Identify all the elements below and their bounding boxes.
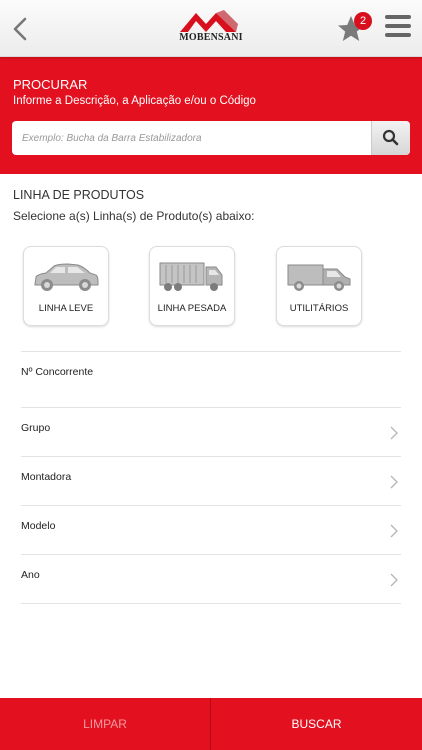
van-icon [287, 264, 351, 291]
search-box [12, 121, 410, 155]
year-label: Ano [21, 569, 40, 581]
product-lines-instructions: Selecione a(s) Linha(s) de Produto(s) ab… [13, 209, 255, 223]
divider [21, 603, 401, 604]
clear-button[interactable]: LIMPAR [0, 698, 210, 750]
mobensani-logo: MOBENSANI [176, 10, 246, 46]
utility-line-button[interactable]: UTILITÁRIOS [276, 246, 362, 326]
utility-line-label: UTILITÁRIOS [289, 303, 349, 314]
search-title: PROCURAR [13, 77, 88, 92]
chevron-right-icon [390, 573, 398, 587]
bottom-action-bar: LIMPAR BUSCAR [0, 698, 422, 750]
model-select[interactable]: Modelo [21, 505, 401, 554]
light-line-button[interactable]: LINHA LEVE [23, 246, 109, 326]
search-section: PROCURAR Informe a Descrição, a Aplicaçã… [0, 57, 422, 174]
manufacturer-label: Montadora [21, 471, 72, 483]
logo-mark-icon [180, 10, 238, 32]
truck-icon [159, 262, 223, 291]
heavy-line-button[interactable]: LINHA PESADA [149, 246, 235, 326]
group-label: Grupo [21, 422, 51, 434]
chevron-right-icon [390, 524, 398, 538]
search-input[interactable] [12, 121, 368, 155]
chevron-right-icon [390, 426, 398, 440]
manufacturer-select[interactable]: Montadora [21, 456, 401, 505]
search-submit-button[interactable]: BUSCAR [211, 698, 422, 750]
car-icon [34, 263, 99, 291]
search-instructions: Informe a Descrição, a Aplicação e/ou o … [13, 95, 256, 107]
product-lines-title: LINHA DE PRODUTOS [13, 188, 145, 202]
search-icon [382, 129, 399, 146]
logo-text: MOBENSANI [179, 32, 243, 43]
competitor-number-field[interactable]: Nº Concorrente [21, 351, 401, 407]
back-arrow-icon[interactable] [10, 16, 32, 42]
competitor-number-label: Nº Concorrente [21, 366, 94, 378]
year-select[interactable]: Ano [21, 554, 401, 603]
search-button[interactable] [371, 121, 410, 155]
light-line-label: LINHA LEVE [38, 303, 94, 314]
top-bar: MOBENSANI 2 [0, 0, 422, 57]
group-select[interactable]: Grupo [21, 407, 401, 456]
heavy-line-label: LINHA PESADA [157, 303, 227, 314]
favorites-count-badge: 2 [354, 12, 372, 30]
menu-icon[interactable] [385, 15, 411, 41]
model-label: Modelo [21, 520, 56, 532]
filter-list: Nº Concorrente Grupo Montadora Modelo An… [21, 351, 401, 604]
chevron-right-icon [390, 475, 398, 489]
